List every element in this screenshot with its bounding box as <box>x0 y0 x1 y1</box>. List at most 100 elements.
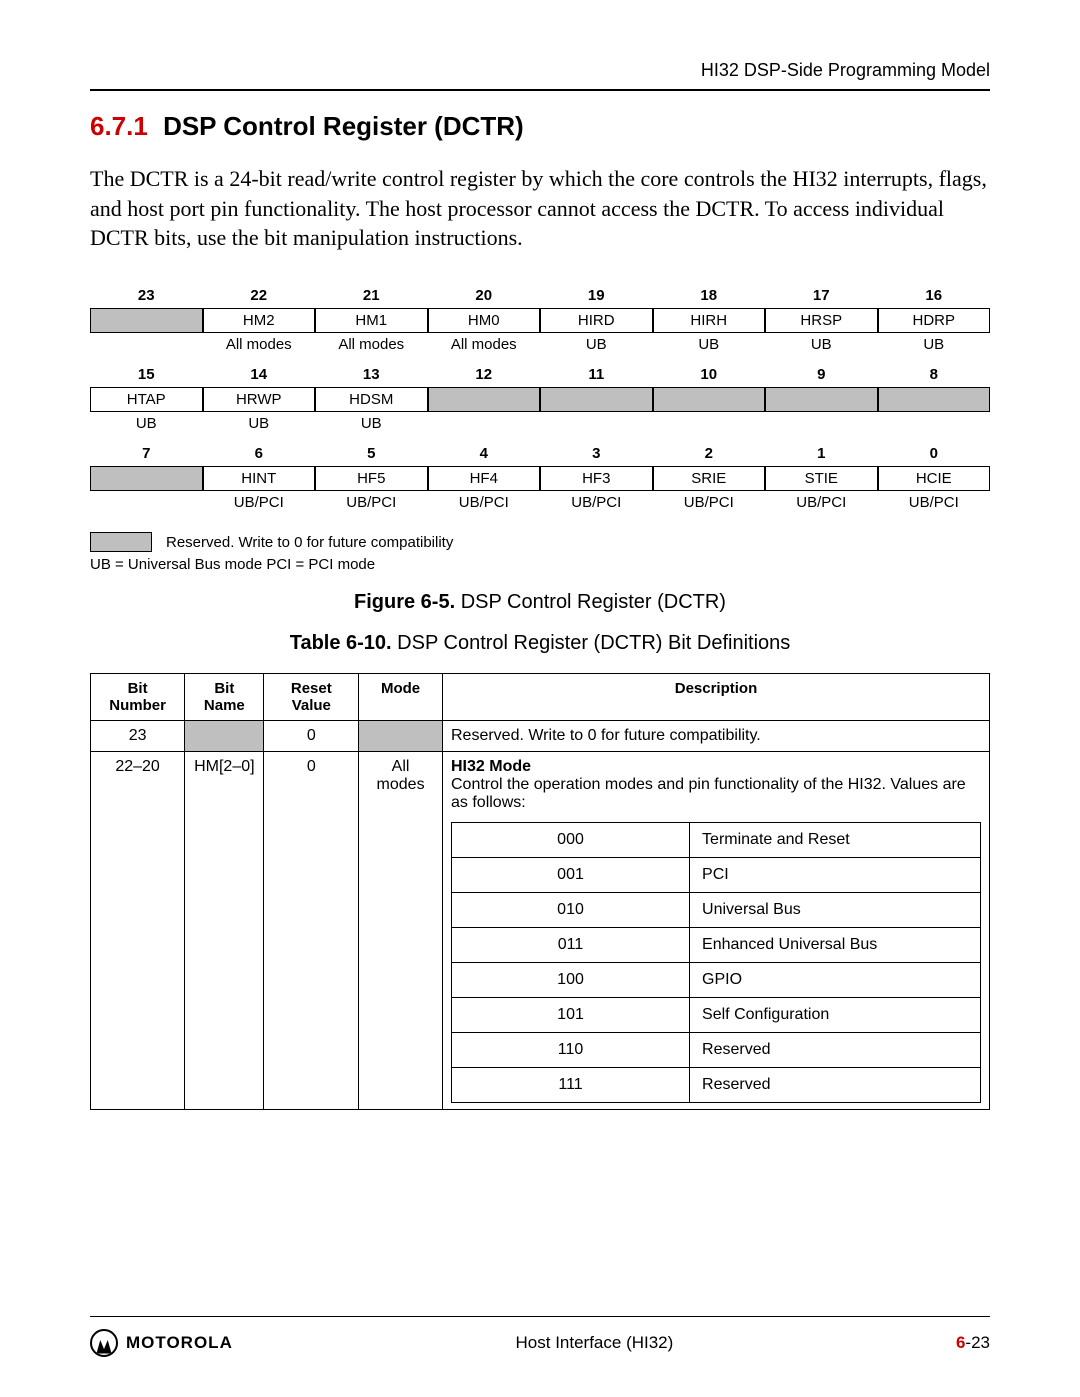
col-reset-value: Reset Value <box>264 674 359 721</box>
table-row: 101Self Configuration <box>452 998 981 1033</box>
table-row: 110Reserved <box>452 1033 981 1068</box>
bit-name-cell: HRSP <box>765 308 878 333</box>
bit-number: 9 <box>765 362 878 387</box>
cell-bit-number: 22–20 <box>91 752 185 1110</box>
bit-number: 10 <box>653 362 766 387</box>
bit-mode-cell <box>878 412 991 435</box>
footer-chapter: 6 <box>956 1333 965 1352</box>
bit-name-cell: HM0 <box>428 308 541 333</box>
bit-mode-cell: UB <box>90 412 203 435</box>
col-description: Description <box>443 674 990 721</box>
section-paragraph: The DCTR is a 24-bit read/write control … <box>90 164 990 253</box>
page: HI32 DSP-Side Programming Model 6.7.1 DS… <box>0 0 1080 1397</box>
bit-mode-cell: UB <box>765 333 878 356</box>
legend-reserved-row: Reserved. Write to 0 for future compatib… <box>90 532 990 552</box>
register-row: 2322212019181716HM2HM1HM0HIRDHIRHHRSPHDR… <box>90 283 990 356</box>
figure-caption-lead: Figure 6-5. <box>354 591 455 613</box>
table-row: 23 0 Reserved. Write to 0 for future com… <box>91 721 990 752</box>
bit-name-cell <box>428 387 541 412</box>
bit-mode-cell <box>540 412 653 435</box>
section-number: 6.7.1 <box>90 111 148 141</box>
desc-title: HI32 Mode <box>451 758 531 775</box>
bit-number: 18 <box>653 283 766 308</box>
bit-number: 22 <box>203 283 316 308</box>
bit-mode-cell: UB/PCI <box>315 491 428 514</box>
bit-mode-cell: All modes <box>428 333 541 356</box>
bit-number: 17 <box>765 283 878 308</box>
bit-number: 20 <box>428 283 541 308</box>
footer-center: Host Interface (HI32) <box>516 1333 674 1353</box>
mode-code: 010 <box>452 893 690 928</box>
bit-number: 7 <box>90 441 203 466</box>
mode-code: 111 <box>452 1068 690 1103</box>
bit-name-cell: STIE <box>765 466 878 491</box>
register-row: 15141312111098HTAPHRWPHDSMUBUBUB <box>90 362 990 435</box>
table-caption: Table 6-10. DSP Control Register (DCTR) … <box>90 632 990 655</box>
bit-name-cell: HIRH <box>653 308 766 333</box>
bit-name-cell: HM2 <box>203 308 316 333</box>
bit-mode-cell: UB/PCI <box>765 491 878 514</box>
mode-label: PCI <box>690 858 981 893</box>
bit-number: 15 <box>90 362 203 387</box>
bit-mode-cell: All modes <box>203 333 316 356</box>
mode-code: 110 <box>452 1033 690 1068</box>
legend-ub-pci: UB = Universal Bus mode PCI = PCI mode <box>90 556 990 573</box>
bit-number: 1 <box>765 441 878 466</box>
bit-name-cell: HTAP <box>90 387 203 412</box>
footer-logo: MOTOROLA <box>90 1329 233 1357</box>
page-footer: MOTOROLA Host Interface (HI32) 6-23 <box>90 1308 990 1357</box>
register-row: 76543210HINTHF5HF4HF3SRIESTIEHCIEUB/PCIU… <box>90 441 990 514</box>
col-bit-name: Bit Name <box>185 674 264 721</box>
desc-text: Control the operation modes and pin func… <box>451 776 966 811</box>
bit-name-cell: HCIE <box>878 466 991 491</box>
bit-mode-cell: UB/PCI <box>540 491 653 514</box>
mode-label: Reserved <box>690 1033 981 1068</box>
table-caption-lead: Table 6-10. <box>290 632 392 654</box>
bit-name-cell: HF5 <box>315 466 428 491</box>
figure-caption: Figure 6-5. DSP Control Register (DCTR) <box>90 591 990 614</box>
mode-label: Self Configuration <box>690 998 981 1033</box>
bit-mode-cell: UB <box>315 412 428 435</box>
bit-number: 19 <box>540 283 653 308</box>
bit-name-cell: HDSM <box>315 387 428 412</box>
bit-name-cell <box>878 387 991 412</box>
bit-mode-cell: UB <box>653 333 766 356</box>
mode-label: Enhanced Universal Bus <box>690 928 981 963</box>
col-mode: Mode <box>359 674 443 721</box>
bit-number: 16 <box>878 283 991 308</box>
section-title-text: DSP Control Register (DCTR) <box>163 111 524 141</box>
legend-swatch <box>90 532 152 552</box>
cell-bit-name: HM[2–0] <box>185 752 264 1110</box>
bit-mode-cell: UB/PCI <box>653 491 766 514</box>
mode-code: 101 <box>452 998 690 1033</box>
bit-name-cell: HM1 <box>315 308 428 333</box>
bit-number: 0 <box>878 441 991 466</box>
bit-name-cell <box>653 387 766 412</box>
bit-mode-cell <box>653 412 766 435</box>
bit-mode-cell: UB/PCI <box>203 491 316 514</box>
bit-mode-cell <box>90 333 203 356</box>
cell-description: Reserved. Write to 0 for future compatib… <box>443 721 990 752</box>
bit-name-cell: HF4 <box>428 466 541 491</box>
footer-brand: MOTOROLA <box>126 1333 233 1353</box>
bit-mode-cell: UB/PCI <box>428 491 541 514</box>
mode-label: Universal Bus <box>690 893 981 928</box>
footer-page-number: 6-23 <box>956 1333 990 1353</box>
cell-mode-reserved <box>359 721 443 752</box>
table-caption-text: DSP Control Register (DCTR) Bit Definiti… <box>392 632 791 654</box>
mode-label: Reserved <box>690 1068 981 1103</box>
table-row: 111Reserved <box>452 1068 981 1103</box>
bit-name-cell: SRIE <box>653 466 766 491</box>
table-row: 100GPIO <box>452 963 981 998</box>
bit-name-cell <box>90 466 203 491</box>
motorola-icon <box>90 1329 118 1357</box>
table-row: 011Enhanced Universal Bus <box>452 928 981 963</box>
table-row: 22–20 HM[2–0] 0 All modes HI32 Mode Cont… <box>91 752 990 1110</box>
bit-number: 12 <box>428 362 541 387</box>
bit-mode-cell <box>428 412 541 435</box>
bit-number: 14 <box>203 362 316 387</box>
footer-page: -23 <box>965 1333 990 1352</box>
mode-code: 100 <box>452 963 690 998</box>
bit-number: 21 <box>315 283 428 308</box>
bit-name-cell: HRWP <box>203 387 316 412</box>
